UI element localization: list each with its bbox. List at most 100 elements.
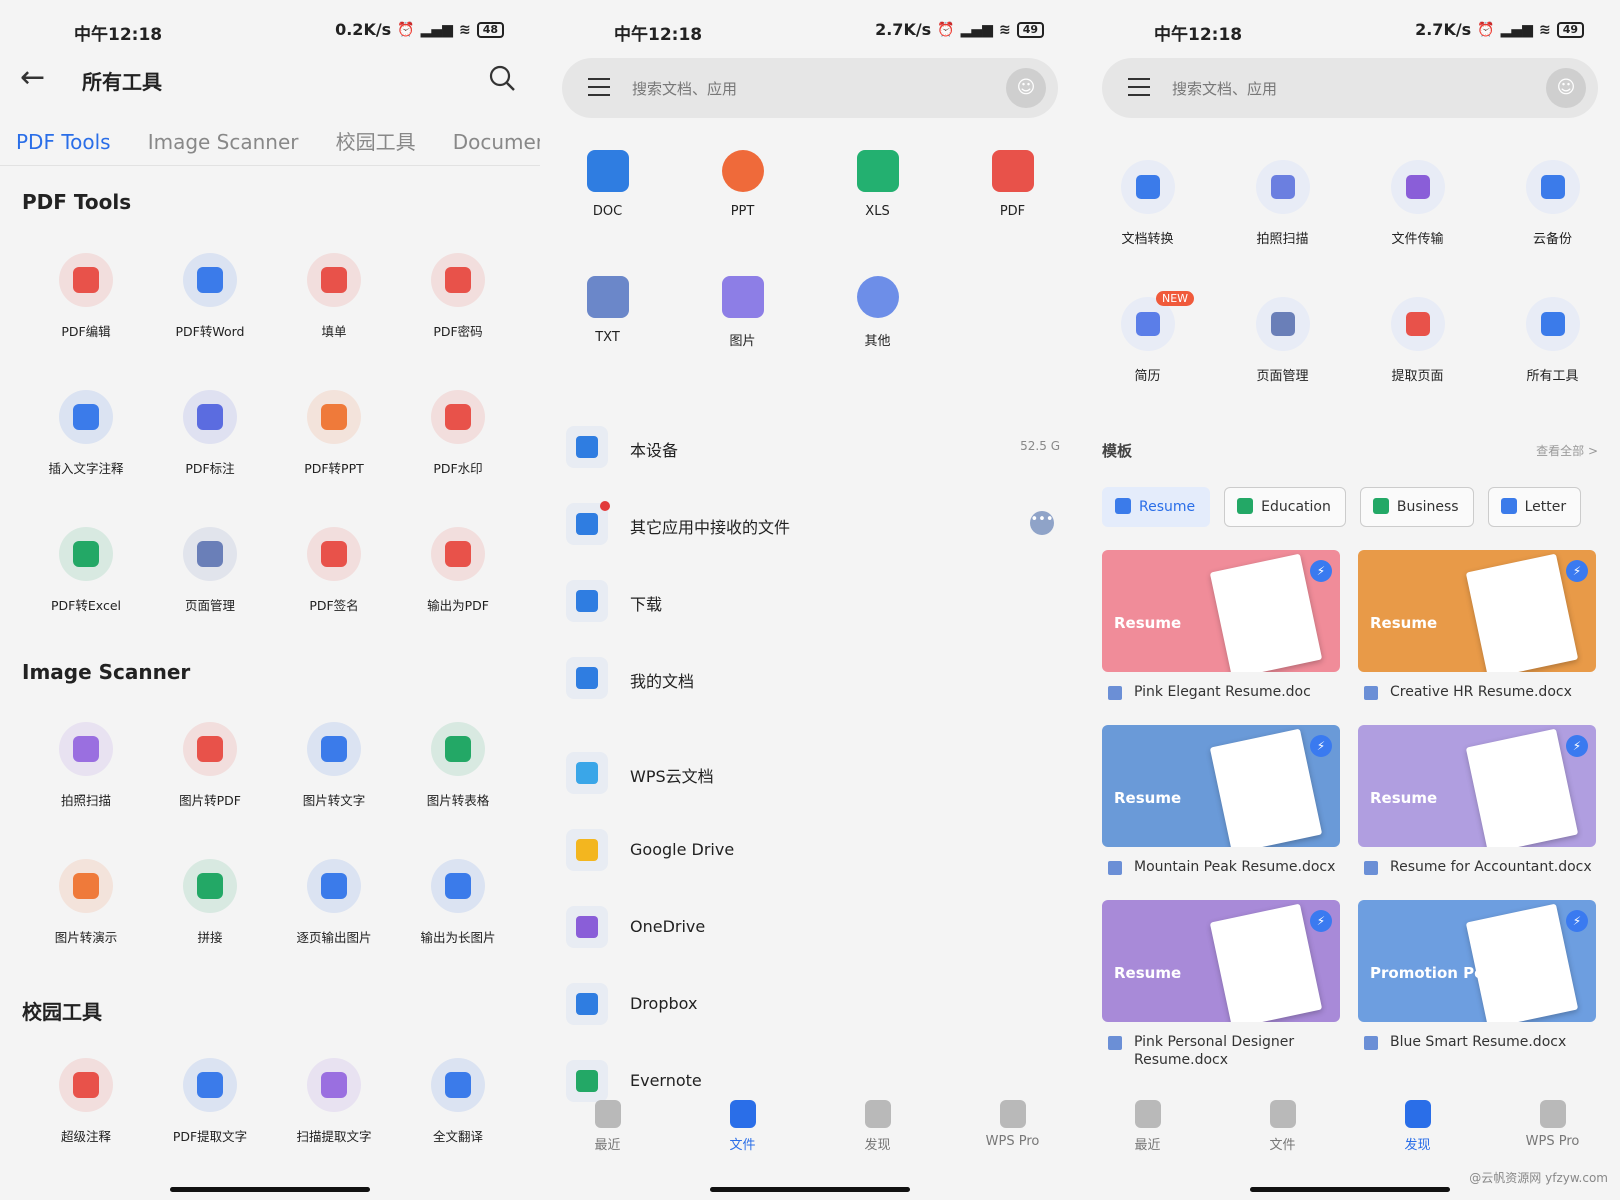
- see-all-link[interactable]: 查看全部 >: [1536, 442, 1598, 459]
- location-item[interactable]: Dropbox: [540, 967, 1080, 1044]
- tool-item[interactable]: 逐页输出图片: [272, 859, 396, 996]
- tab-campus-tools[interactable]: 校园工具: [320, 118, 432, 165]
- tool-item[interactable]: 图片转表格: [396, 722, 520, 859]
- category-chip[interactable]: Education: [1224, 487, 1346, 527]
- file-type-5[interactable]: 图片: [675, 276, 810, 402]
- feature-icon: [1525, 160, 1580, 214]
- template-card[interactable]: Resume ⚡ Resume for Accountant.docx: [1358, 725, 1596, 900]
- tool-item[interactable]: PDF编辑: [24, 253, 148, 390]
- feature-item[interactable]: 文件传输: [1350, 160, 1485, 297]
- tool-item[interactable]: 页面管理: [148, 527, 272, 664]
- tool-item[interactable]: PDF转PPT: [272, 390, 396, 527]
- avatar[interactable]: ☺: [1546, 68, 1586, 108]
- tool-item[interactable]: 图片转PDF: [148, 722, 272, 859]
- file-type-3[interactable]: PDF: [945, 150, 1080, 276]
- tool-item[interactable]: 拼接: [148, 859, 272, 996]
- feature-item[interactable]: 云备份: [1485, 160, 1620, 297]
- location-item[interactable]: OneDrive: [540, 890, 1080, 967]
- file-type-icon: [586, 150, 629, 192]
- tool-item[interactable]: 扫描提取文字: [272, 1058, 396, 1195]
- search-input[interactable]: 搜索文档、应用: [632, 78, 737, 99]
- nav-item[interactable]: WPS Pro: [945, 1100, 1080, 1162]
- location-item[interactable]: Google Drive: [540, 813, 1080, 890]
- feature-label: 简历: [1134, 369, 1161, 384]
- nav-item[interactable]: WPS Pro: [1485, 1100, 1620, 1162]
- chip-icon: [1237, 497, 1254, 514]
- network-speed: 0.2K/s: [335, 20, 392, 39]
- tool-item[interactable]: PDF密码: [396, 253, 520, 390]
- tab-pdf-tools[interactable]: PDF Tools: [0, 122, 127, 165]
- location-item[interactable]: 下载: [540, 564, 1080, 641]
- category-chip[interactable]: Resume: [1102, 487, 1211, 527]
- nav-item[interactable]: 最近: [540, 1100, 675, 1162]
- file-type-4[interactable]: TXT: [540, 276, 675, 402]
- file-type-2[interactable]: XLS: [810, 150, 945, 276]
- nav-item[interactable]: 最近: [1080, 1100, 1215, 1162]
- tool-glyph-icon: [445, 541, 471, 567]
- tool-item[interactable]: 拍照扫描: [24, 722, 148, 859]
- file-type-6[interactable]: 其他: [810, 276, 945, 402]
- category-chip[interactable]: Letter: [1487, 487, 1582, 527]
- tool-item[interactable]: 输出为长图片: [396, 859, 520, 996]
- location-item[interactable]: 其它应用中接收的文件 •••: [540, 487, 1080, 564]
- template-card[interactable]: Promotion Poster ⚡ Blue Smart Resume.docx: [1358, 900, 1596, 1075]
- location-glyph-icon: [576, 993, 598, 1015]
- tool-item[interactable]: PDF标注: [148, 390, 272, 527]
- tool-item[interactable]: 插入文字注释: [24, 390, 148, 527]
- search-bar[interactable]: 搜索文档、应用 ☺: [1102, 58, 1598, 118]
- location-item[interactable]: WPS云文档: [540, 736, 1080, 813]
- feature-item[interactable]: 简历 NEW: [1080, 291, 1215, 434]
- tool-item[interactable]: PDF提取文字: [148, 1058, 272, 1195]
- tool-item[interactable]: 超级注释: [24, 1058, 148, 1195]
- file-type-1[interactable]: PPT: [675, 150, 810, 276]
- category-chip[interactable]: Business: [1359, 487, 1474, 527]
- location-label: 下载: [630, 595, 663, 614]
- back-arrow-icon[interactable]: ←: [20, 60, 45, 95]
- template-card[interactable]: Resume ⚡ Pink Personal Designer Resume.doc…: [1102, 900, 1340, 1075]
- feature-item[interactable]: 拍照扫描: [1215, 160, 1350, 297]
- nav-item[interactable]: 文件: [675, 1100, 810, 1162]
- nav-label: 文件: [729, 1138, 756, 1153]
- menu-icon[interactable]: [1128, 78, 1150, 96]
- tool-icon: [183, 390, 237, 444]
- tool-item[interactable]: 图片转文字: [272, 722, 396, 859]
- tool-item[interactable]: 图片转演示: [24, 859, 148, 996]
- tool-item[interactable]: PDF水印: [396, 390, 520, 527]
- premium-bolt-icon: ⚡: [1310, 560, 1332, 582]
- file-type-0[interactable]: DOC: [540, 150, 675, 276]
- location-item[interactable]: 本设备 52.5 G: [540, 410, 1080, 487]
- bottom-nav: 最近 文件 发现 WPS Pro: [540, 1100, 1080, 1162]
- status-bar: 中午12:18 2.7K/s ⏰ ▂▄▆ ≋ 49: [540, 0, 1080, 60]
- tab-image-scanner[interactable]: Image Scanner: [132, 122, 315, 165]
- tool-glyph-icon: [73, 736, 99, 762]
- location-item[interactable]: 我的文档: [540, 641, 1080, 718]
- avatar[interactable]: ☺: [1006, 68, 1046, 108]
- feature-item[interactable]: 所有工具: [1485, 297, 1620, 434]
- template-card[interactable]: Resume ⚡ Mountain Peak Resume.docx: [1102, 725, 1340, 900]
- feature-glyph-icon: [1405, 175, 1430, 199]
- tab-document[interactable]: Document: [437, 122, 540, 165]
- tool-item[interactable]: 全文翻译: [396, 1058, 520, 1195]
- nav-icon: [594, 1100, 621, 1128]
- chip-label: Letter: [1524, 499, 1567, 515]
- feature-item[interactable]: 提取页面: [1350, 297, 1485, 434]
- search-icon[interactable]: [488, 64, 516, 92]
- tool-item[interactable]: PDF转Excel: [24, 527, 148, 664]
- search-bar[interactable]: 搜索文档、应用 ☺: [562, 58, 1058, 118]
- tool-item[interactable]: PDF签名: [272, 527, 396, 664]
- tool-item[interactable]: PDF转Word: [148, 253, 272, 390]
- menu-icon[interactable]: [588, 78, 610, 96]
- feature-item[interactable]: 页面管理: [1215, 297, 1350, 434]
- nav-item[interactable]: 发现: [1350, 1100, 1485, 1162]
- feature-item[interactable]: 文档转换: [1080, 160, 1215, 297]
- feature-glyph-icon: [1540, 312, 1565, 336]
- search-input[interactable]: 搜索文档、应用: [1172, 78, 1277, 99]
- nav-item[interactable]: 文件: [1215, 1100, 1350, 1162]
- template-card[interactable]: Resume ⚡ Pink Elegant Resume.doc: [1102, 550, 1340, 725]
- nav-item[interactable]: 发现: [810, 1100, 945, 1162]
- template-card[interactable]: Resume ⚡ Creative HR Resume.docx: [1358, 550, 1596, 725]
- tool-label: 图片转PDF: [179, 793, 241, 808]
- more-icon[interactable]: •••: [1030, 511, 1054, 535]
- tool-item[interactable]: 输出为PDF: [396, 527, 520, 664]
- tool-item[interactable]: 填单: [272, 253, 396, 390]
